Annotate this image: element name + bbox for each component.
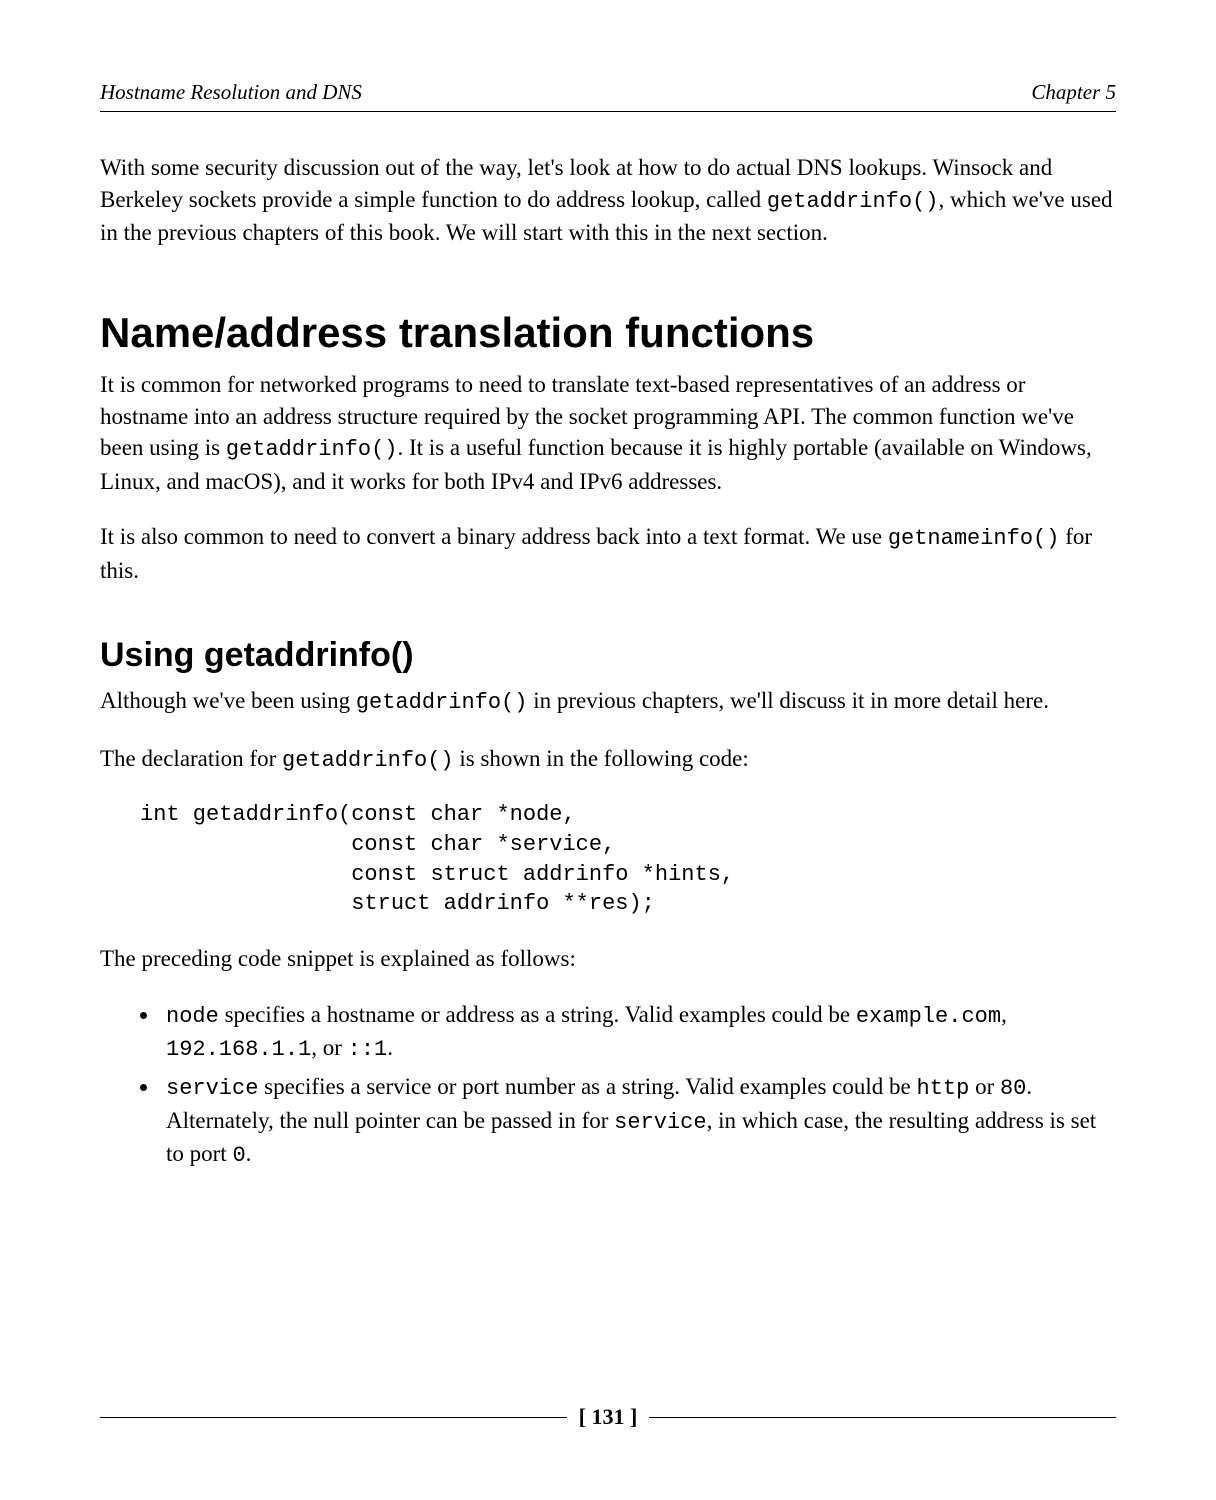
header-right: Chapter 5	[1031, 80, 1116, 105]
code-inline: getaddrinfo()	[226, 437, 398, 462]
code-inline: example.com	[856, 1004, 1001, 1029]
code-inline: getaddrinfo()	[767, 189, 939, 214]
text: .	[246, 1141, 252, 1166]
section-paragraph-2: It is also common to need to convert a b…	[100, 521, 1116, 586]
text: , or	[311, 1035, 347, 1060]
header-left: Hostname Resolution and DNS	[100, 80, 362, 105]
code-inline: service	[166, 1076, 258, 1101]
text: It is also common to need to convert a b…	[100, 524, 888, 549]
text: in previous chapters, we'll discuss it i…	[527, 688, 1049, 713]
list-item: node specifies a hostname or address as …	[160, 999, 1116, 1066]
subsection-heading: Using getaddrinfo()	[100, 636, 1116, 675]
text: Although we've been using	[100, 688, 356, 713]
section-paragraph-1: It is common for networked programs to n…	[100, 369, 1116, 498]
code-inline: http	[917, 1076, 970, 1101]
list-item: service specifies a service or port numb…	[160, 1071, 1116, 1171]
page-number: [ 131 ]	[579, 1404, 638, 1430]
code-inline: service	[614, 1110, 706, 1135]
page: Hostname Resolution and DNS Chapter 5 Wi…	[0, 0, 1216, 1500]
text: The declaration for	[100, 746, 282, 771]
code-block: int getaddrinfo(const char *node, const …	[140, 800, 1116, 919]
footer-rule-left	[100, 1417, 567, 1418]
text: is shown in the following code:	[454, 746, 749, 771]
code-inline: getnameinfo()	[888, 526, 1060, 551]
subsection-paragraph-3: The preceding code snippet is explained …	[100, 943, 1116, 975]
code-inline: 0	[232, 1143, 245, 1168]
text: ,	[1001, 1002, 1007, 1027]
text: specifies a hostname or address as a str…	[219, 1002, 856, 1027]
bullet-list: node specifies a hostname or address as …	[160, 999, 1116, 1172]
code-inline: node	[166, 1004, 219, 1029]
text: or	[969, 1074, 1000, 1099]
code-inline: ::1	[348, 1037, 388, 1062]
subsection-paragraph-2: The declaration for getaddrinfo() is sho…	[100, 743, 1116, 776]
code-inline: getaddrinfo()	[282, 748, 454, 773]
section-heading: Name/address translation functions	[100, 309, 1116, 357]
text: .	[387, 1035, 393, 1060]
footer-rule-right	[649, 1417, 1116, 1418]
code-inline: getaddrinfo()	[356, 690, 528, 715]
code-inline: 80	[1000, 1076, 1026, 1101]
text: specifies a service or port number as a …	[258, 1074, 916, 1099]
intro-paragraph: With some security discussion out of the…	[100, 152, 1116, 249]
running-header: Hostname Resolution and DNS Chapter 5	[100, 80, 1116, 112]
subsection-paragraph-1: Although we've been using getaddrinfo() …	[100, 685, 1116, 718]
code-inline: 192.168.1.1	[166, 1037, 311, 1062]
page-footer: [ 131 ]	[100, 1404, 1116, 1430]
